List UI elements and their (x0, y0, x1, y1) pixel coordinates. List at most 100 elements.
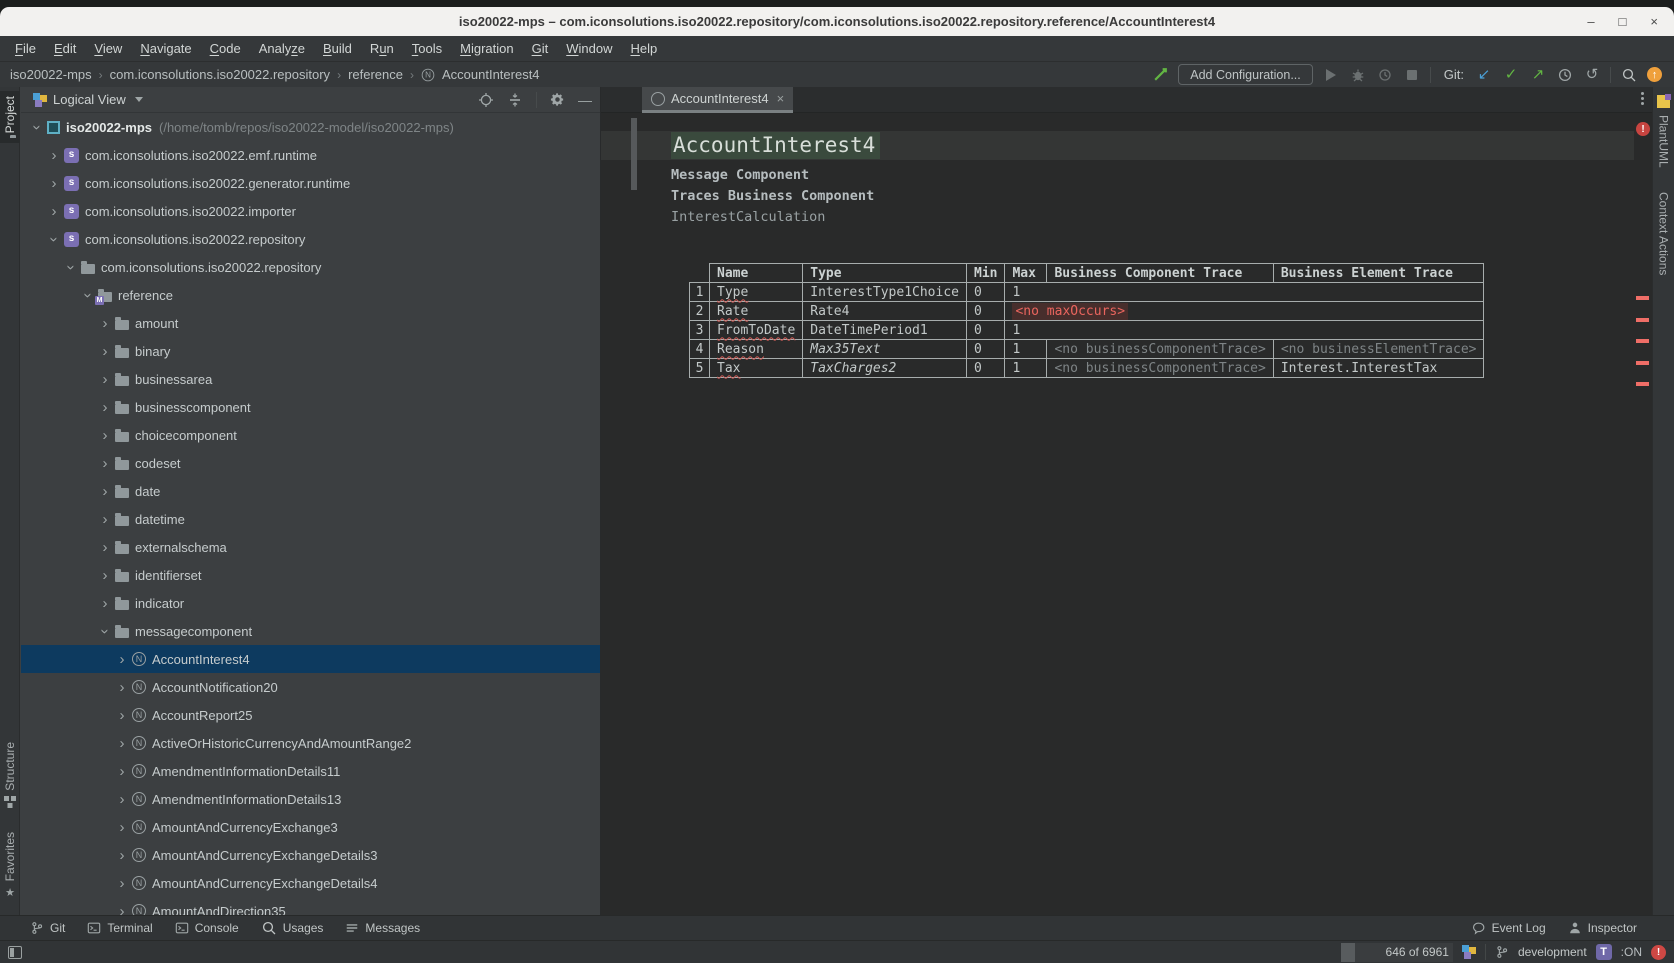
menu-file[interactable]: File (6, 41, 45, 56)
tab-close-icon[interactable]: × (777, 91, 785, 106)
chevron-collapsed-icon[interactable]: › (114, 652, 130, 667)
menu-help[interactable]: Help (622, 41, 667, 56)
name-cell[interactable]: FromToDate (710, 321, 803, 340)
tree-item-amountanddirection35[interactable]: ›NAmountAndDirection35 (21, 897, 600, 915)
type-cell[interactable]: DateTimePeriod1 (803, 321, 967, 340)
chevron-collapsed-icon[interactable]: › (97, 428, 113, 443)
collapse-all-icon[interactable] (507, 92, 523, 108)
tool-window-button-terminal[interactable]: Terminal (87, 921, 152, 935)
chevron-collapsed-icon[interactable]: › (114, 736, 130, 751)
breadcrumb-item[interactable]: AccountInterest4 (442, 67, 540, 82)
chevron-collapsed-icon[interactable]: › (114, 904, 130, 916)
menu-code[interactable]: Code (201, 41, 250, 56)
tool-window-button-console[interactable]: Console (175, 921, 239, 935)
tree-item-accountinterest4[interactable]: ›NAccountInterest4 (21, 645, 600, 673)
menu-view[interactable]: View (85, 41, 131, 56)
chevron-collapsed-icon[interactable]: › (97, 372, 113, 387)
locate-icon[interactable] (478, 92, 494, 108)
update-available-icon[interactable]: ↑ (1647, 67, 1662, 82)
tree-item-activeorhistoriccurrencyandamountrange2[interactable]: ›NActiveOrHistoricCurrencyAndAmountRange… (21, 729, 600, 757)
tree-item-amendmentinformationdetails11[interactable]: ›NAmendmentInformationDetails11 (21, 757, 600, 785)
git-commit-icon[interactable]: ✓ (1502, 66, 1520, 84)
menu-edit[interactable]: Edit (45, 41, 85, 56)
max-cell[interactable]: 1 (1005, 359, 1047, 378)
chevron-collapsed-icon[interactable]: › (114, 792, 130, 807)
chevron-collapsed-icon[interactable]: › (97, 512, 113, 527)
business-element-trace-cell[interactable]: <no businessElementTrace> (1273, 340, 1484, 359)
chevron-collapsed-icon[interactable]: › (114, 764, 130, 779)
error-stripe-mark[interactable] (1636, 382, 1649, 386)
tree-item-amendmentinformationdetails13[interactable]: ›NAmendmentInformationDetails13 (21, 785, 600, 813)
chevron-collapsed-icon[interactable]: › (97, 456, 113, 471)
stop-icon[interactable] (1403, 66, 1421, 84)
chevron-collapsed-icon[interactable]: › (114, 876, 130, 891)
name-cell[interactable]: Rate (710, 302, 803, 321)
breadcrumb-item[interactable]: iso20022-mps (10, 67, 92, 82)
chevron-collapsed-icon[interactable]: › (114, 820, 130, 835)
git-branch-widget[interactable]: development (1518, 945, 1587, 959)
chevron-collapsed-icon[interactable]: › (46, 148, 62, 163)
chevron-collapsed-icon[interactable]: › (97, 568, 113, 583)
tree-item-com.iconsolutions.iso20022.importer[interactable]: ›scom.iconsolutions.iso20022.importer (21, 197, 600, 225)
tree-item-binary[interactable]: ›binary (21, 337, 600, 365)
git-push-icon[interactable]: ↗ (1529, 66, 1547, 84)
editor-content[interactable]: AccountInterest4 Message Component Trace… (601, 113, 1634, 915)
menu-run[interactable]: Run (361, 41, 403, 56)
tool-window-button-git[interactable]: Git (30, 921, 65, 935)
tool-stripe-context-actions[interactable]: Context Actions (1657, 192, 1671, 275)
chevron-expanded-icon[interactable]: › (47, 231, 62, 247)
transient-models-icon[interactable]: T (1596, 944, 1612, 960)
build-icon[interactable] (1151, 66, 1169, 84)
chevron-collapsed-icon[interactable]: › (97, 596, 113, 611)
type-cell[interactable]: TaxCharges2 (803, 359, 967, 378)
tree-item-codeset[interactable]: ›codeset (21, 449, 600, 477)
editor-scrollbar-thumb[interactable] (631, 118, 637, 190)
error-stripe-mark[interactable] (1636, 361, 1649, 365)
tree-item-choicecomponent[interactable]: ›choicecomponent (21, 421, 600, 449)
max-cell[interactable]: <no maxOccurs> (1005, 302, 1484, 321)
coverage-icon[interactable] (1376, 66, 1394, 84)
chevron-collapsed-icon[interactable]: › (97, 540, 113, 555)
git-update-icon[interactable]: ↙ (1475, 66, 1493, 84)
max-cell[interactable]: 1 (1005, 340, 1047, 359)
tree-item-reference[interactable]: ›Mreference (21, 281, 600, 309)
business-component-trace-cell[interactable]: <no businessComponentTrace> (1047, 340, 1273, 359)
chevron-collapsed-icon[interactable]: › (114, 680, 130, 695)
debug-icon[interactable] (1349, 66, 1367, 84)
error-summary-icon[interactable]: ! (1636, 122, 1650, 136)
history-icon[interactable] (1556, 66, 1574, 84)
business-component-trace-cell[interactable]: <no businessComponentTrace> (1047, 359, 1273, 378)
chevron-collapsed-icon[interactable]: › (46, 176, 62, 191)
tool-window-button-inspector[interactable]: Inspector (1568, 921, 1637, 935)
rollback-icon[interactable]: ↺ (1583, 66, 1601, 84)
breadcrumb-item[interactable]: reference (348, 67, 403, 82)
tree-item-com.iconsolutions.iso20022.emf.runtime[interactable]: ›scom.iconsolutions.iso20022.emf.runtime (21, 141, 600, 169)
menu-tools[interactable]: Tools (403, 41, 451, 56)
chevron-expanded-icon[interactable]: › (64, 259, 79, 275)
tab-accountinterest4[interactable]: AccountInterest4 × (642, 87, 793, 113)
tab-options-icon[interactable] (1641, 92, 1645, 105)
min-cell[interactable]: 0 (967, 283, 1005, 302)
tree-item-indicator[interactable]: ›indicator (21, 589, 600, 617)
min-cell[interactable]: 0 (967, 340, 1005, 359)
type-cell[interactable]: Max35Text (803, 340, 967, 359)
tool-stripe-project[interactable]: Project (0, 91, 20, 143)
chevron-collapsed-icon[interactable]: › (97, 484, 113, 499)
hide-panel-icon[interactable]: — (578, 92, 592, 108)
breadcrumb-item[interactable]: com.iconsolutions.iso20022.repository (110, 67, 330, 82)
gear-icon[interactable] (550, 92, 565, 107)
view-selector[interactable]: Logical View (53, 92, 126, 107)
business-element-trace-cell[interactable]: Interest.InterestTax (1273, 359, 1484, 378)
tool-stripe-structure[interactable]: Structure (0, 737, 20, 813)
tree-item-accountreport25[interactable]: ›NAccountReport25 (21, 701, 600, 729)
tree-item-date[interactable]: ›date (21, 477, 600, 505)
min-cell[interactable]: 0 (967, 321, 1005, 340)
tree-item-identifierset[interactable]: ›identifierset (21, 561, 600, 589)
tool-stripe-favorites[interactable]: Favorites★ (0, 827, 20, 904)
chevron-collapsed-icon[interactable]: › (114, 708, 130, 723)
error-stripe-mark[interactable] (1636, 318, 1649, 322)
chevron-expanded-icon[interactable]: › (30, 119, 45, 135)
minimize-button[interactable]: – (1587, 14, 1594, 29)
tool-stripe-plantuml[interactable]: PlantUML (1657, 115, 1671, 168)
tree-item-com.iconsolutions.iso20022.repository[interactable]: ›scom.iconsolutions.iso20022.repository (21, 225, 600, 253)
